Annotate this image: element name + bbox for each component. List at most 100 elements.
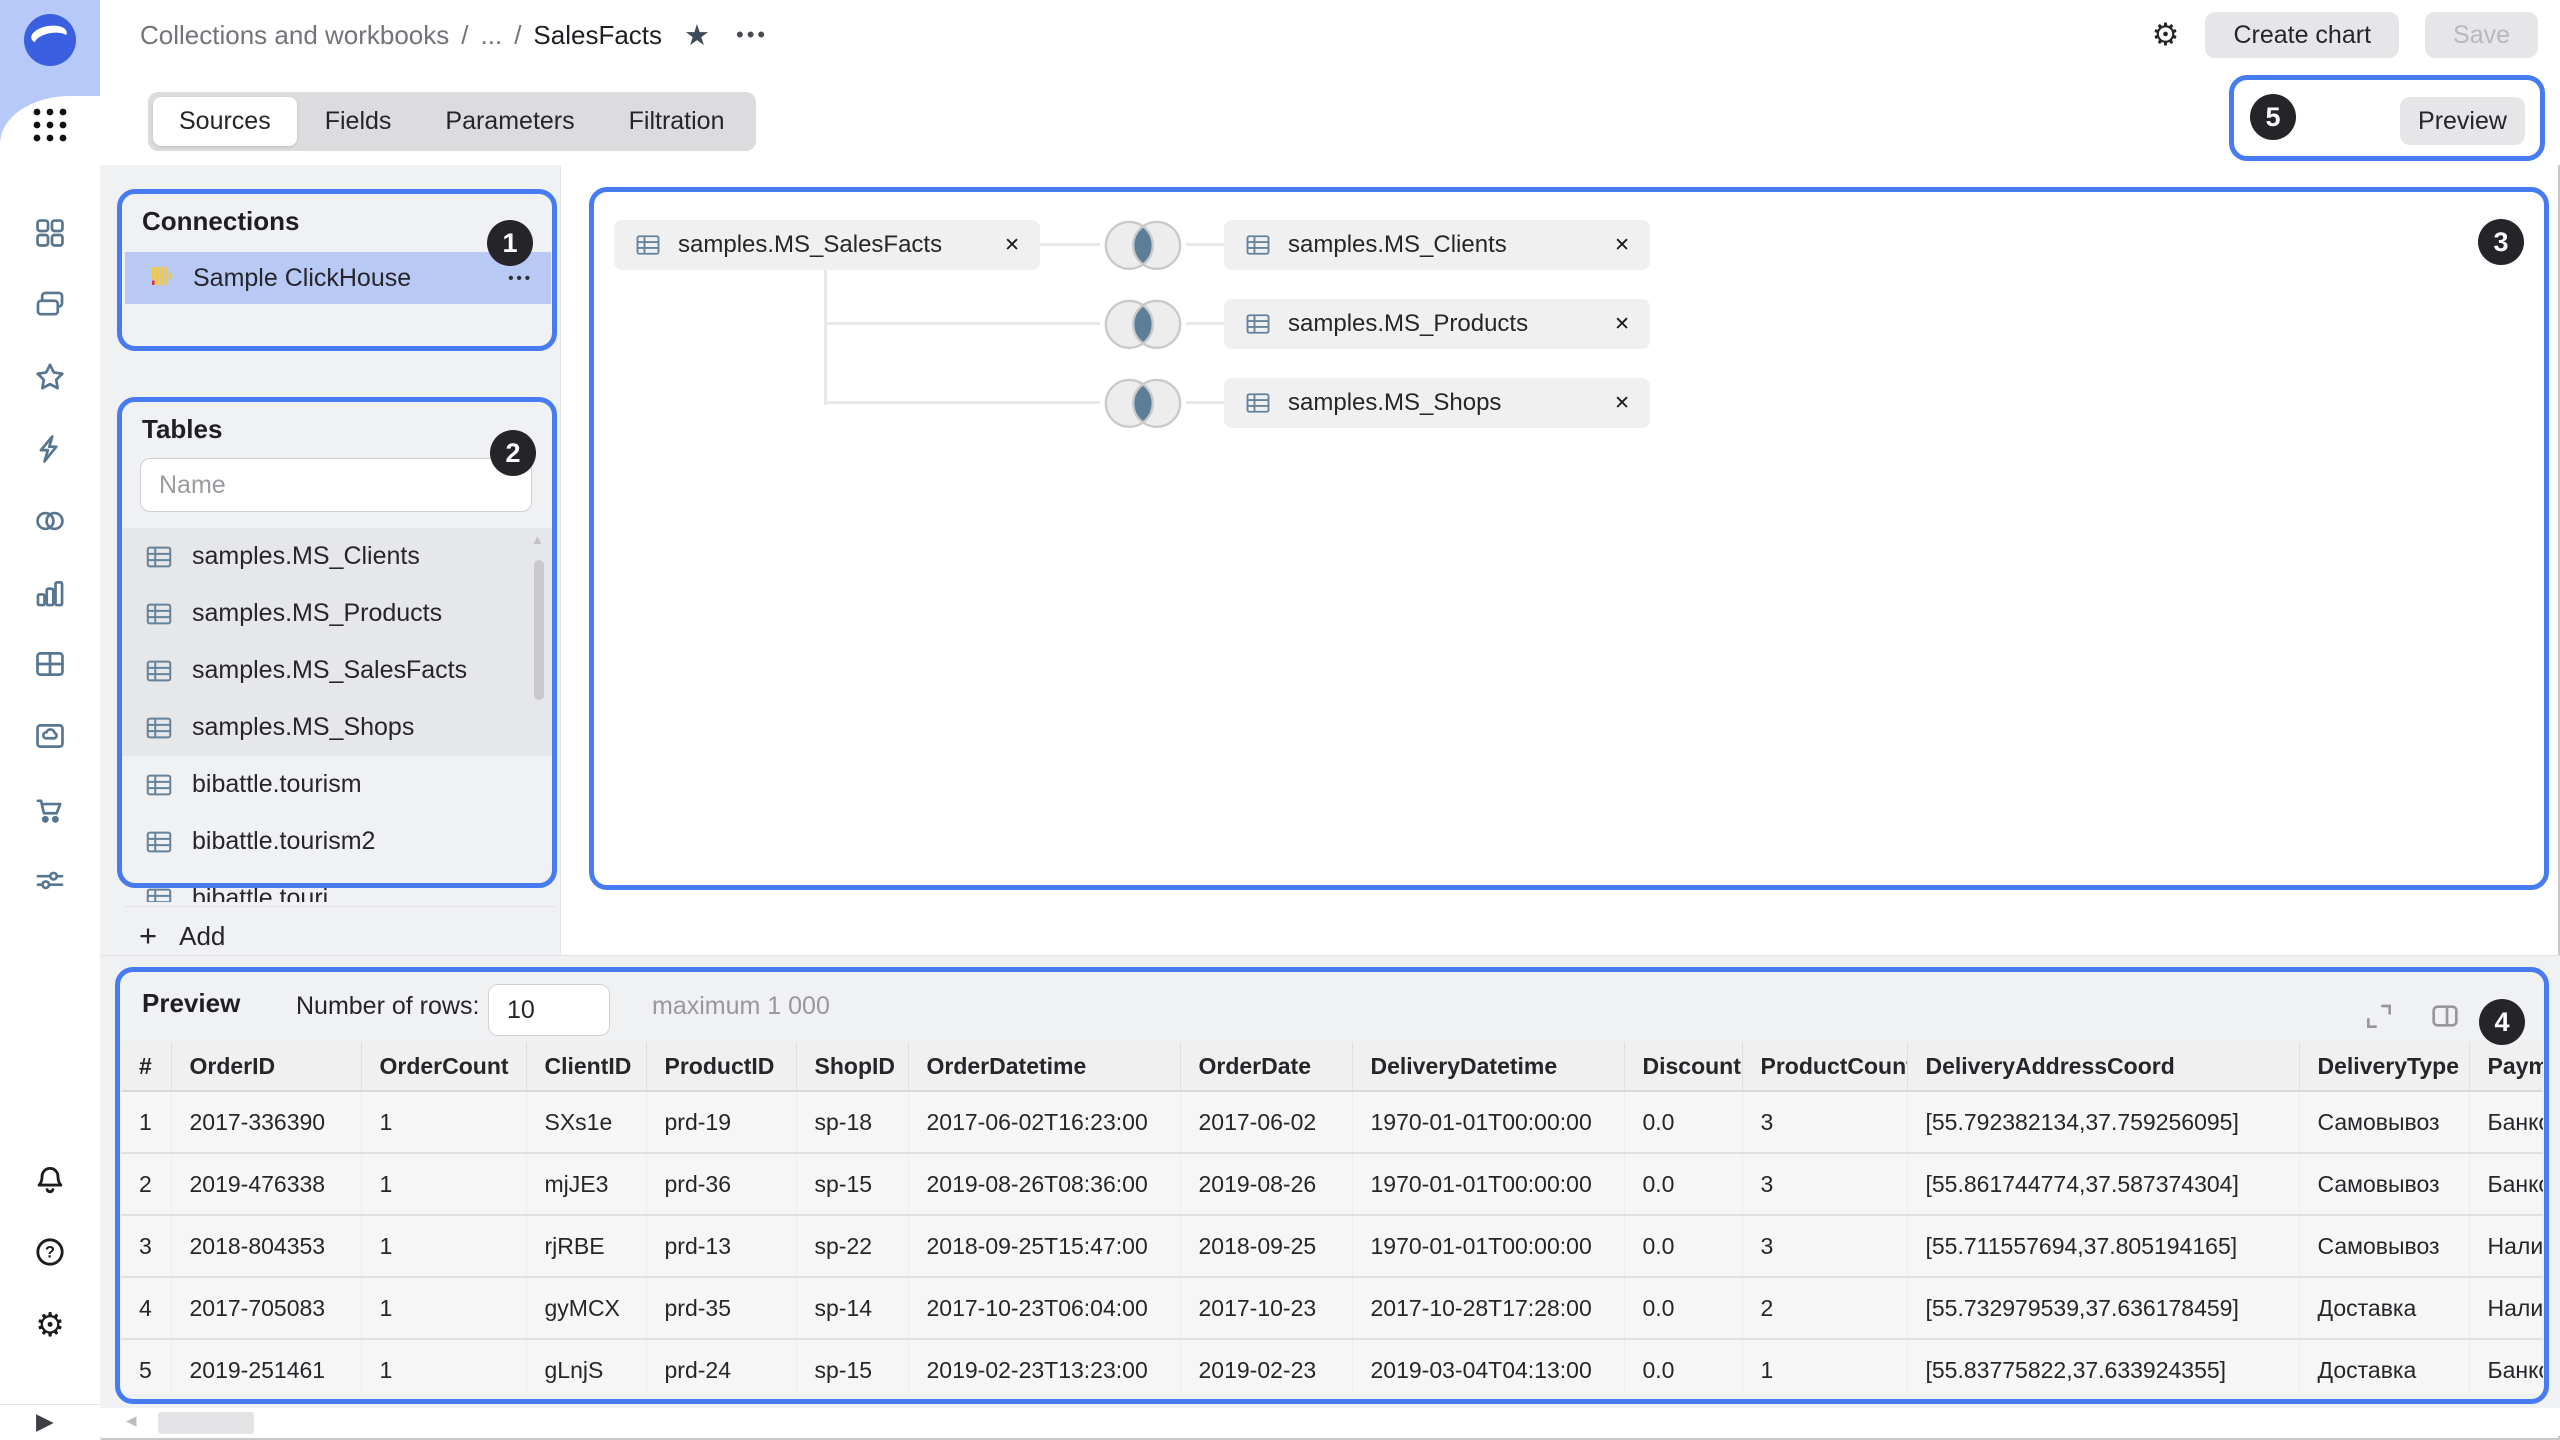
preview-cell: sp-14 bbox=[796, 1277, 908, 1339]
favorite-star-icon[interactable]: ★ bbox=[684, 18, 710, 53]
preview-table-row: 42017-7050831gyMCXprd-35sp-142017-10-23T… bbox=[121, 1277, 2543, 1339]
preview-toggle-button[interactable]: Preview bbox=[2400, 97, 2525, 145]
preview-cell: 1 bbox=[121, 1091, 171, 1153]
table-search-input[interactable] bbox=[140, 458, 532, 512]
preview-column-header: OrderDatetime bbox=[908, 1042, 1180, 1091]
settings-gear-icon[interactable]: ⚙ bbox=[30, 1304, 70, 1344]
table-icon bbox=[144, 827, 174, 857]
preview-cell: 2018-804353 bbox=[171, 1215, 361, 1277]
source-node-joined[interactable]: samples.MS_Products✕ bbox=[1224, 299, 1650, 349]
join-type-venn-icon[interactable] bbox=[1100, 297, 1186, 351]
dock-panel-icon[interactable] bbox=[2428, 1000, 2462, 1032]
connections-venn-icon[interactable] bbox=[30, 501, 70, 541]
preview-cell: 1 bbox=[1742, 1339, 1907, 1394]
preview-cell: sp-22 bbox=[796, 1215, 908, 1277]
preview-cell: Самовывоз bbox=[2299, 1215, 2469, 1277]
source-node-joined[interactable]: samples.MS_Clients✕ bbox=[1224, 220, 1650, 270]
table-list-item[interactable]: bibattle.touri bbox=[122, 870, 554, 902]
preview-table-row: 52019-2514611gLnjSprd-24sp-152019-02-23T… bbox=[121, 1339, 2543, 1394]
preview-cell: [55.792382134,37.759256095] bbox=[1907, 1091, 2299, 1153]
preview-title: Preview bbox=[142, 988, 240, 1019]
add-source-button[interactable]: + Add bbox=[125, 914, 345, 958]
table-list-item[interactable]: samples.MS_Clients bbox=[122, 528, 554, 585]
table-list-item[interactable]: samples.MS_Shops bbox=[122, 699, 554, 756]
table-list-item[interactable]: bibattle.tourism bbox=[122, 756, 554, 813]
scroll-left-icon[interactable]: ◂ bbox=[126, 1408, 137, 1433]
preview-cell: 2019-08-26T08:36:00 bbox=[908, 1153, 1180, 1215]
breadcrumb-separator: / bbox=[461, 20, 468, 51]
preview-cell: 1 bbox=[361, 1339, 526, 1394]
create-chart-button[interactable]: Create chart bbox=[2205, 12, 2399, 58]
breadcrumb-root[interactable]: Collections and workbooks bbox=[140, 20, 449, 51]
rows-count-input[interactable] bbox=[488, 984, 610, 1036]
more-actions-icon[interactable]: ••• bbox=[736, 22, 768, 48]
preview-cell: 1970-01-01T00:00:00 bbox=[1352, 1215, 1624, 1277]
preview-cell: 2018-09-25 bbox=[1180, 1215, 1352, 1277]
annotation-badge-2: 2 bbox=[490, 430, 536, 476]
expand-preview-icon[interactable] bbox=[2362, 1000, 2396, 1032]
connection-more-icon[interactable]: ••• bbox=[508, 270, 533, 287]
connections-title: Connections bbox=[142, 206, 299, 237]
tab-fields[interactable]: Fields bbox=[299, 97, 418, 146]
preview-cell: 2 bbox=[121, 1153, 171, 1215]
save-button[interactable]: Save bbox=[2425, 12, 2538, 58]
tab-switcher: Sources Fields Parameters Filtration bbox=[148, 92, 756, 151]
preview-cell: gLnjS bbox=[526, 1339, 646, 1394]
preview-cell: Банков bbox=[2469, 1091, 2543, 1153]
preview-cell: 3 bbox=[121, 1215, 171, 1277]
datalens-logo-icon[interactable] bbox=[22, 12, 78, 68]
preview-cell: Налич bbox=[2469, 1277, 2543, 1339]
join-type-venn-icon[interactable] bbox=[1100, 218, 1186, 272]
join-type-venn-icon[interactable] bbox=[1100, 376, 1186, 430]
close-icon[interactable]: ✕ bbox=[1614, 392, 1630, 415]
connection-item[interactable]: Sample ClickHouse ••• bbox=[125, 252, 551, 304]
tables-list-scrollbar[interactable] bbox=[534, 560, 544, 700]
charts-icon[interactable] bbox=[30, 573, 70, 613]
storage-cloud-icon[interactable] bbox=[30, 716, 70, 756]
source-node-root[interactable]: samples.MS_SalesFacts✕ bbox=[614, 220, 1040, 270]
source-node-label: samples.MS_Shops bbox=[1288, 389, 1600, 417]
apps-grid-icon[interactable] bbox=[27, 102, 73, 148]
source-node-joined[interactable]: samples.MS_Shops ✕ bbox=[1224, 378, 1650, 428]
table-icon bbox=[144, 884, 174, 903]
preview-cell: mjJE3 bbox=[526, 1153, 646, 1215]
service-settings-sliders-icon[interactable] bbox=[30, 860, 70, 900]
preview-cell: SXs1e bbox=[526, 1091, 646, 1153]
preview-column-header: ShopID bbox=[796, 1042, 908, 1091]
breadcrumb-collapsed[interactable]: ... bbox=[481, 20, 503, 51]
favorites-star-icon[interactable] bbox=[30, 357, 70, 397]
table-list-item[interactable]: samples.MS_Products bbox=[122, 585, 554, 642]
close-icon[interactable]: ✕ bbox=[1004, 234, 1020, 257]
preview-table: #OrderIDOrderCountClientIDProductIDShopI… bbox=[121, 1042, 2543, 1394]
dataset-settings-gear-icon[interactable]: ⚙ bbox=[2152, 17, 2180, 53]
datasets-table-icon[interactable] bbox=[30, 644, 70, 684]
rows-max-hint: maximum 1 000 bbox=[652, 992, 830, 1021]
marketplace-cart-icon[interactable] bbox=[30, 790, 70, 830]
preview-cell: sp-15 bbox=[796, 1153, 908, 1215]
annotation-badge-5: 5 bbox=[2250, 94, 2296, 140]
horizontal-scrollbar[interactable] bbox=[158, 1412, 254, 1434]
close-icon[interactable]: ✕ bbox=[1614, 313, 1630, 336]
preview-cell: 2019-02-23T13:23:00 bbox=[908, 1339, 1180, 1394]
tab-sources[interactable]: Sources bbox=[153, 97, 297, 146]
left-nav-rail: ? ⚙ ▶ bbox=[0, 0, 101, 1440]
tab-parameters[interactable]: Parameters bbox=[419, 97, 600, 146]
join-connector-line bbox=[824, 322, 1100, 325]
dashboards-icon[interactable] bbox=[30, 213, 70, 253]
join-connector-line bbox=[1040, 243, 1100, 246]
editor-lightning-icon[interactable] bbox=[30, 429, 70, 469]
help-icon[interactable]: ? bbox=[30, 1232, 70, 1272]
preview-cell: 1 bbox=[361, 1215, 526, 1277]
table-list-item[interactable]: bibattle.tourism2 bbox=[122, 813, 554, 870]
list-scroll-up-icon[interactable]: ▲ bbox=[531, 532, 544, 547]
tab-filtration[interactable]: Filtration bbox=[603, 97, 751, 146]
table-list-item[interactable]: samples.MS_SalesFacts bbox=[122, 642, 554, 699]
table-icon bbox=[144, 599, 174, 629]
notifications-bell-icon[interactable] bbox=[30, 1160, 70, 1200]
preview-cell: 1970-01-01T00:00:00 bbox=[1352, 1153, 1624, 1215]
preview-column-header: ClientID bbox=[526, 1042, 646, 1091]
close-icon[interactable]: ✕ bbox=[1614, 234, 1630, 257]
preview-cell: [55.711557694,37.805194165] bbox=[1907, 1215, 2299, 1277]
collections-icon[interactable] bbox=[30, 285, 70, 325]
expand-rail-icon[interactable]: ▶ bbox=[36, 1408, 54, 1435]
